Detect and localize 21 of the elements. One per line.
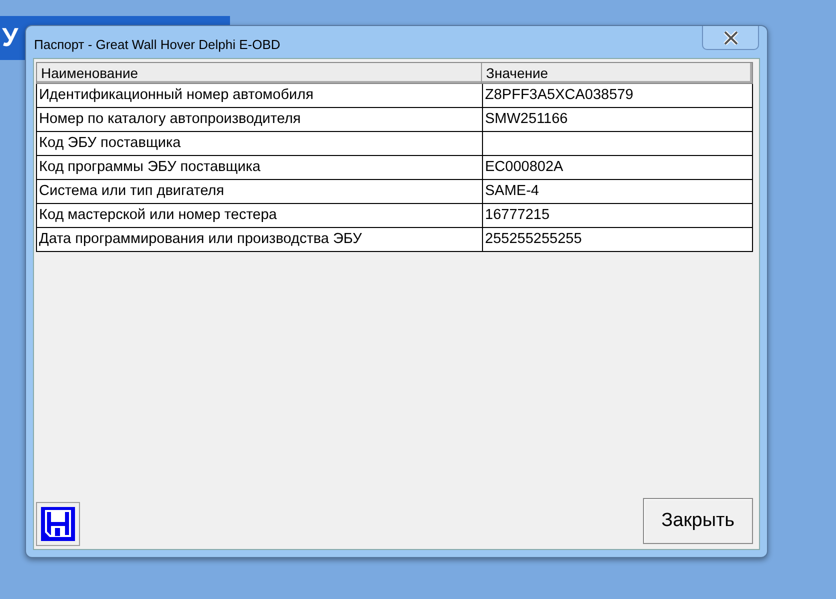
column-header: Наименование: [37, 63, 482, 83]
table-cell: Код программы ЭБУ поставщика: [37, 156, 483, 179]
save-button[interactable]: [36, 502, 80, 546]
close-button[interactable]: Закрыть: [643, 498, 753, 544]
table-cell: Код ЭБУ поставщика: [37, 132, 483, 155]
table-cell-text: 16777215: [484, 206, 551, 225]
table-cell-text: SAME-4: [484, 182, 540, 201]
window-title: Паспорт - Great Wall Hover Delphi E-OBD: [33, 36, 280, 52]
table-cell-text: 255255255255: [484, 230, 583, 249]
table-cell: Номер по каталогу автопроизводителя: [37, 108, 483, 131]
table-cell-text: Z8PFF3A5XCA038579: [484, 86, 634, 105]
table-cell: Код мастерской или номер тестера: [37, 204, 483, 227]
table-cell-text: EC000802A: [484, 158, 564, 177]
close-icon: [722, 30, 738, 44]
table-cell-text: SMW251166: [484, 110, 569, 129]
column-header: Значение: [485, 64, 550, 83]
close-button[interactable]: [702, 26, 759, 50]
table-cell: Система или тип двигателя: [37, 180, 483, 203]
table-cell: Дата программирования или производства ЭБУ: [37, 228, 483, 251]
window-title: У: [2, 22, 18, 52]
table-cell: Идентификационный номер автомобиля: [37, 84, 483, 107]
